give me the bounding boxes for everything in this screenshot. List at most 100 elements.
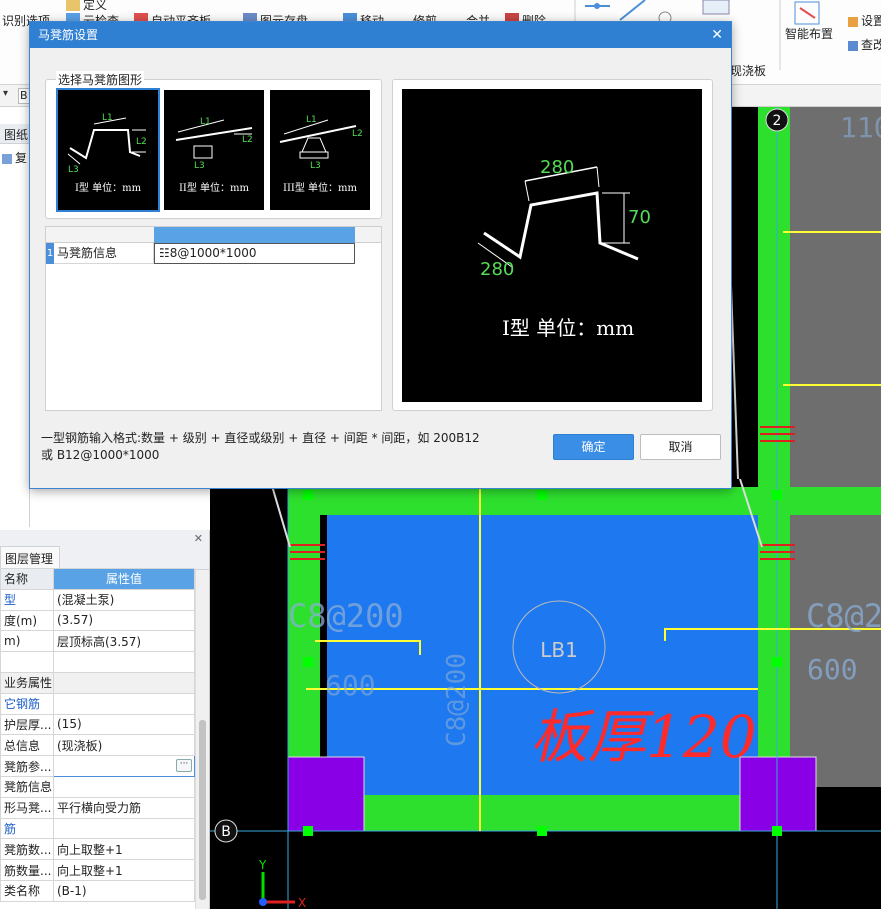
property-row[interactable]: 业务属性 [0,671,195,694]
beam-horizontal-top [288,487,881,515]
check-edit-button[interactable]: 查改 [848,36,881,53]
dialog-title-bar[interactable]: 马凳筋设置 ✕ [30,22,731,48]
property-name: 类名称 [0,879,54,902]
shape-type-2-l2: L2 [242,135,253,145]
property-value[interactable] [53,651,195,673]
property-name: m) [0,630,54,653]
shape-option-type-2[interactable]: L1 L2 L3 II型 单位：mm [164,90,264,210]
shape-type-1-l1: L1 [102,113,113,123]
shape-type-2-caption: II型 单位：mm [178,183,250,194]
property-name: 凳筋数... [0,838,54,861]
shape-type-2-l3: L3 [194,161,205,171]
property-value[interactable] [53,817,195,840]
property-value[interactable]: 层顶标高(3.57) [53,630,195,653]
property-name: 总信息 [0,734,54,757]
input-format-hint: 一型钢筋输入格式:数量 + 级别 + 直径或级别 + 直径 + 间距 * 间距，… [41,430,511,464]
copy-icon [2,154,12,164]
preview-caption: I型 单位：mm [502,316,634,340]
cancel-button[interactable]: 取消 [640,434,721,460]
shape-option-type-3[interactable]: L1 L2 L3 III型 单位：mm [270,90,370,210]
property-row[interactable]: 护层厚... (15) [0,713,195,736]
copy-button[interactable]: 复 [0,149,30,167]
dialog-close-icon[interactable]: ✕ [711,22,723,48]
dimension-600-right: 600 [807,653,858,686]
property-value[interactable]: 向上取整+1 [53,859,195,881]
property-name: 业务属性 [0,671,54,694]
grey-region-right [790,509,881,787]
layer-panel: ✕ 图层管理 名称 属性值 型 (混凝土泵) 度(m) (3.57) m) 层顶标高(3.… [0,530,210,909]
property-value[interactable]: (B-1) [53,879,195,902]
property-value[interactable]: (现浇板) [53,734,195,757]
property-value[interactable]: (混凝土泵) [53,588,195,611]
axis-label-B: B [221,824,231,840]
property-row[interactable]: 总信息 (现浇板) [0,734,195,757]
rebar-text-left: C8@200 [288,597,404,635]
axis-label-2: 2 [773,113,782,129]
property-row[interactable]: 凳筋信息 [0,775,195,798]
property-row[interactable]: 它钢筋 [0,692,195,715]
settings-icon [848,17,858,27]
shape-type-3-l1: L1 [306,115,317,125]
hint-line-1: 一型钢筋输入格式:数量 + 级别 + 直径或级别 + 直径 + 间距 * 间距，… [41,431,480,445]
shape-type-3-l3: L3 [310,161,321,171]
property-value[interactable]: 平行横向受力筋 [53,796,195,819]
drawing-tab[interactable]: 图纸 [0,124,30,144]
preview-dim-right: 70 [628,207,651,228]
layer-panel-tabs: ✕ 图层管理 [0,530,209,570]
grid-row-number: 1 [46,243,54,264]
property-table: 名称 属性值 型 (混凝土泵) 度(m) (3.57) m) 层顶标高(3.57) 业务属性… [0,568,195,902]
property-value[interactable] [53,692,195,715]
ellipsis-button[interactable]: ··· [176,759,192,773]
chair-bar-settings-dialog: 马凳筋设置 ✕ 选择马凳筋图形 L1 L2 L3 I型 单位：mm L1 L2 … [29,21,732,489]
drawing-panel: 图纸 复 [0,107,30,527]
smart-layout-button[interactable]: 智能布置 [785,25,833,42]
property-name: 它钢筋 [0,692,54,715]
property-row[interactable] [0,651,195,673]
dropdown-arrow-icon[interactable]: ▾ [3,88,8,99]
beam-vertical-right [758,107,790,831]
property-row[interactable]: 凳筋数... 向上取整+1 [0,838,195,861]
property-value[interactable] [53,671,195,694]
settings-button[interactable]: 设置 [848,12,881,29]
property-value[interactable]: (15) [53,713,195,736]
shape-type-1-caption: I型 单位：mm [74,183,142,194]
column-left[interactable] [287,756,365,832]
chair-bar-info-grid: 1 马凳筋信息 ☷8@1000*1000 [45,226,382,411]
rebar-text-vertical: C8@200 [442,653,472,747]
header-name: 名称 [0,568,54,590]
dimension-600-left: 600 [325,669,376,702]
preview-dim-left: 280 [480,259,514,280]
ucs-origin [259,898,267,906]
app-window: { "ribbon": { "row1": ["定义", "云检查", "自动平… [0,0,881,909]
close-icon[interactable]: ✕ [194,532,203,545]
handwritten-note: 板厚120 [530,703,757,771]
preview-drawing: 280 70 280 I型 单位：mm [477,157,651,340]
property-value[interactable]: ··· [53,755,195,777]
property-row[interactable]: 类名称 (B-1) [0,879,195,902]
cast-slab-tab[interactable]: 现浇板 [730,62,766,79]
property-scrollbar[interactable] [195,570,209,909]
property-row[interactable]: 凳筋参... ··· [0,755,195,777]
property-row[interactable]: 度(m) (3.57) [0,609,195,632]
property-row[interactable]: 筋数量... 向上取整+1 [0,859,195,881]
property-row[interactable]: 筋 [0,817,195,840]
property-row[interactable]: m) 层顶标高(3.57) [0,630,195,653]
property-name [0,651,54,673]
ucs-x-label: X [298,896,306,909]
property-name: 型 [0,588,54,611]
property-row[interactable]: 型 (混凝土泵) [0,588,195,611]
property-name: 凳筋参... [0,755,54,777]
chair-bar-info-input[interactable]: ☷8@1000*1000 [154,243,355,264]
confirm-button[interactable]: 确定 [553,434,634,460]
dimension-110: 110 [840,111,881,144]
property-value[interactable]: (3.57) [53,609,195,632]
shape-option-type-1[interactable]: L1 L2 L3 I型 单位：mm [56,88,160,212]
property-value[interactable]: 向上取整+1 [53,838,195,861]
tab-layer-management[interactable]: 图层管理 [0,546,61,568]
shape-picker-group: 选择马凳筋图形 L1 L2 L3 I型 单位：mm L1 L2 L3 II型 单… [45,71,382,219]
grey-region-top [790,107,881,487]
property-value[interactable] [53,775,195,798]
scrollbar-thumb[interactable] [199,720,206,900]
property-row[interactable]: 形马凳... 平行横向受力筋 [0,796,195,819]
property-name: 形马凳... [0,796,54,819]
